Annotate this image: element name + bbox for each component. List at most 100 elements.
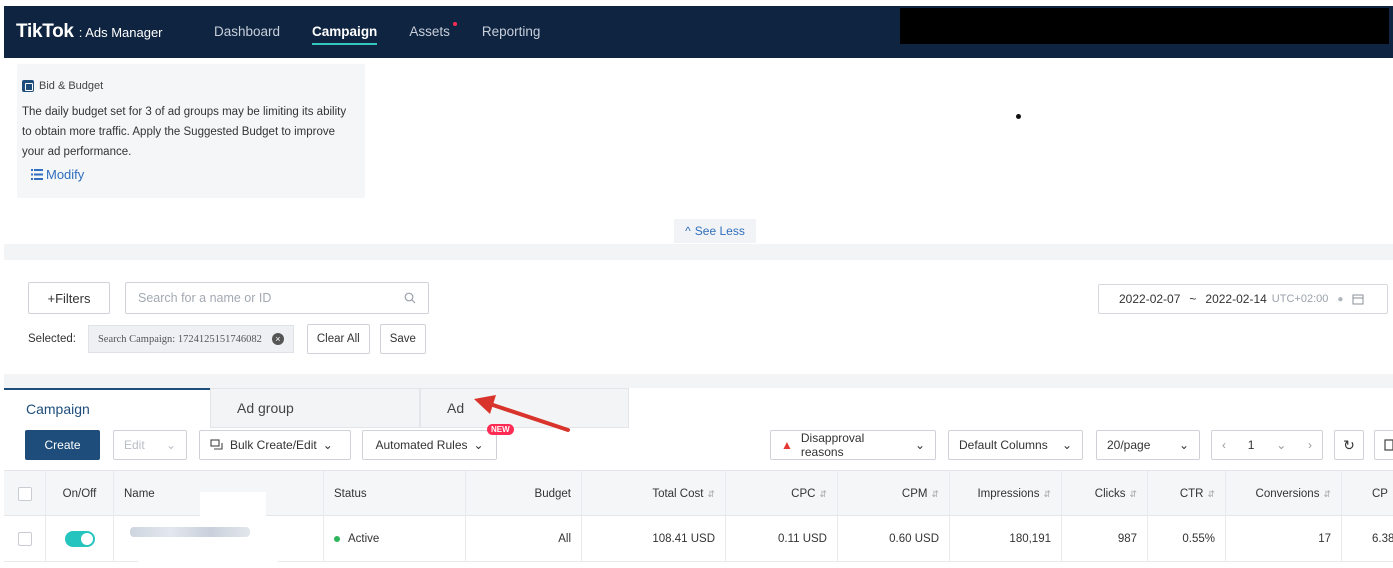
redacted-area: [200, 492, 266, 516]
disapproval-reasons-dropdown[interactable]: ▲ Disapproval reasons ⌄: [770, 430, 936, 460]
tiktok-ads-manager-logo[interactable]: TikTok : Ads Manager: [16, 21, 163, 43]
filter-chip[interactable]: Search Campaign: 1724125151746082 ×: [87, 325, 294, 353]
info-icon: ●: [1337, 293, 1344, 305]
modify-label: Modify: [46, 167, 85, 182]
redacted-area: [900, 8, 1389, 44]
create-button[interactable]: Create: [25, 430, 100, 460]
edit-label: Edit: [124, 438, 145, 452]
tab-ad-group[interactable]: Ad group: [210, 388, 420, 428]
header-cpm[interactable]: CPM ⇵: [838, 471, 950, 517]
main-nav: Dashboard Campaign Assets Reporting: [214, 22, 572, 45]
new-badge: NEW: [487, 424, 514, 435]
status-dot: [334, 536, 340, 542]
edit-dropdown[interactable]: Edit ⌄: [113, 430, 187, 460]
chevron-down-icon: ⌄: [1178, 438, 1189, 452]
bulk-label: Bulk Create/Edit: [230, 438, 317, 452]
sort-icon: ⇵: [1129, 488, 1137, 499]
date-end: 2022-02-14: [1205, 292, 1267, 306]
chevron-down-icon: ⌄: [1061, 438, 1072, 452]
header-select-cell: [4, 471, 46, 517]
refresh-icon: ↻: [1343, 436, 1355, 453]
row-cpm: 0.60 USD: [838, 516, 950, 562]
redacted-area: [138, 540, 278, 562]
nav-campaign[interactable]: Campaign: [312, 24, 378, 45]
columns-dropdown[interactable]: Default Columns ⌄: [948, 430, 1083, 460]
bulk-edit-icon: [210, 439, 223, 450]
row-budget: All: [466, 516, 582, 562]
recommendation-text: The daily budget set for 3 of ad groups …: [22, 106, 347, 158]
row-clicks: 987: [1062, 516, 1148, 562]
calendar-icon: [1352, 294, 1364, 305]
header-budget[interactable]: Budget: [466, 471, 582, 517]
section-divider: [4, 244, 1393, 260]
row-conversions: 17: [1226, 516, 1342, 562]
save-filter-button[interactable]: Save: [379, 324, 426, 354]
see-less-label: See Less: [694, 224, 745, 238]
row-status: Active: [348, 533, 380, 545]
row-status-cell: Active: [324, 516, 466, 562]
row-total-cost: 108.41 USD: [582, 516, 726, 562]
chevron-down-icon: ⌄: [914, 438, 925, 452]
header-cpc[interactable]: CPC ⇵: [726, 471, 838, 517]
clear-all-button[interactable]: Clear All: [306, 324, 370, 354]
header-conversions[interactable]: Conversions ⇵: [1226, 471, 1342, 517]
row-onoff-cell: [46, 516, 114, 562]
row-cpc: 0.11 USD: [726, 516, 838, 562]
next-page-icon[interactable]: ›: [1308, 438, 1312, 452]
section-divider: [4, 374, 1393, 388]
sort-icon: ⇵: [931, 488, 939, 499]
per-page-select[interactable]: 20/page ⌄: [1096, 430, 1200, 460]
search-input[interactable]: [138, 291, 388, 305]
bulk-create-edit-dropdown[interactable]: Bulk Create/Edit ⌄: [199, 430, 351, 460]
header-ctr[interactable]: CTR ⇵: [1148, 471, 1226, 517]
header-status[interactable]: Status: [324, 471, 466, 517]
modify-link[interactable]: Modify: [31, 167, 84, 182]
chevron-down-icon: ⌄: [165, 438, 176, 452]
sort-icon: ⇵: [707, 488, 715, 499]
pagination[interactable]: ‹ 1 ⌄ ›: [1211, 430, 1323, 460]
selected-filters-row: Selected: Search Campaign: 1724125151746…: [28, 324, 426, 354]
automated-rules-dropdown[interactable]: Automated Rules ⌄: [362, 430, 497, 460]
nav-reporting[interactable]: Reporting: [482, 24, 541, 39]
close-icon[interactable]: ×: [271, 333, 284, 345]
row-cpa: 6.38: [1372, 533, 1393, 545]
sort-icon: ⇵: [1323, 488, 1331, 499]
date-range-picker[interactable]: 2022-02-07 ~ 2022-02-14 UTC+02:00 ●: [1098, 284, 1388, 314]
tab-campaign[interactable]: Campaign: [4, 388, 210, 428]
nav-dashboard[interactable]: Dashboard: [214, 24, 280, 39]
sort-icon: ⇵: [819, 488, 827, 499]
chevron-down-icon: ⌄: [473, 438, 484, 452]
timezone-label: UTC+02:00: [1271, 293, 1329, 305]
filters-button[interactable]: +Filters: [28, 282, 110, 314]
header-cpa[interactable]: CP: [1342, 471, 1393, 517]
row-impressions: 180,191: [950, 516, 1062, 562]
row-checkbox[interactable]: [17, 532, 32, 546]
brand-product-text: : Ads Manager: [78, 25, 163, 40]
filter-chip-text: Search Campaign: 1724125151746082: [97, 333, 262, 345]
recommendation-header: Bid & Budget: [22, 80, 103, 92]
chevron-down-icon: ⌄: [322, 438, 333, 452]
row-ctr: 0.55%: [1148, 516, 1226, 562]
refresh-button[interactable]: ↻: [1334, 430, 1364, 460]
header-impressions-label: Impressions: [977, 488, 1040, 500]
see-less-button[interactable]: ^ See Less: [674, 219, 756, 243]
recommendation-title: Bid & Budget: [39, 80, 104, 92]
nav-assets-label: Assets: [409, 24, 450, 39]
warning-icon: ▲: [781, 438, 793, 452]
columns-label: Default Columns: [959, 438, 1048, 452]
header-impressions[interactable]: Impressions ⇵: [950, 471, 1062, 517]
campaign-toggle[interactable]: [64, 531, 95, 547]
search-field[interactable]: [125, 282, 429, 314]
chevron-up-icon: ^: [685, 224, 691, 238]
disapproval-label: Disapproval reasons: [800, 431, 865, 459]
page-number: 1: [1247, 438, 1255, 452]
header-clicks[interactable]: Clicks ⇵: [1062, 471, 1148, 517]
per-page-label: 20/page: [1107, 438, 1151, 452]
nav-assets[interactable]: Assets: [409, 22, 457, 39]
budget-icon: [22, 80, 34, 92]
export-button[interactable]: [1374, 430, 1393, 460]
header-conversions-label: Conversions: [1255, 488, 1320, 500]
select-all-checkbox[interactable]: [17, 487, 32, 501]
prev-page-icon[interactable]: ‹: [1222, 438, 1226, 452]
header-total-cost[interactable]: Total Cost ⇵: [582, 471, 726, 517]
